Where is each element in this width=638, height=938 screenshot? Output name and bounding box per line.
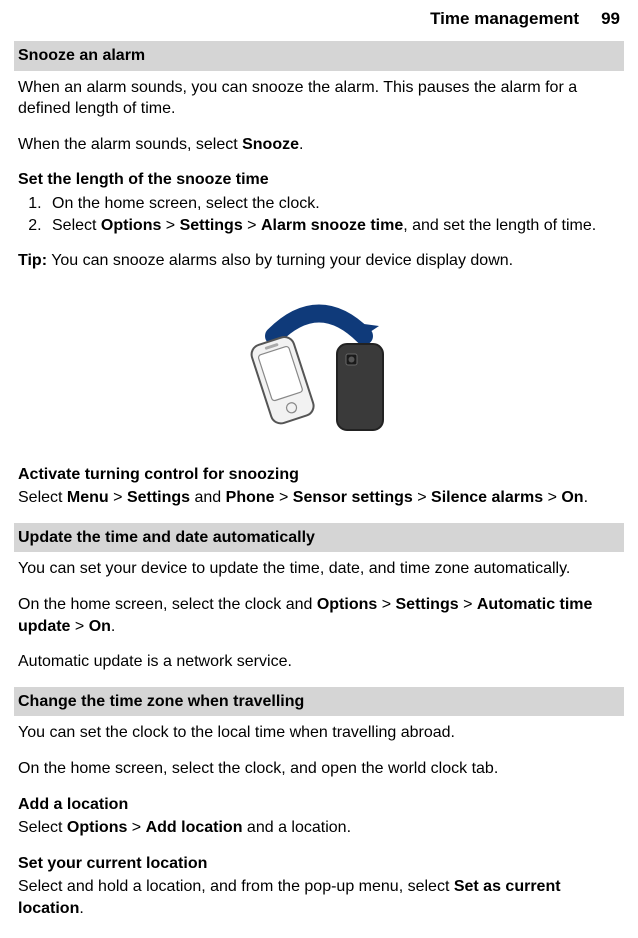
snooze-length-heading: Set the length of the snooze time: [18, 169, 620, 191]
text: , and set the length of time.: [403, 217, 596, 234]
section-bar-update: Update the time and date automatically: [14, 523, 624, 553]
text: .: [584, 489, 588, 506]
update-p2: On the home screen, select the clock and…: [18, 594, 620, 637]
snooze-flip-figure: [18, 286, 620, 446]
set-current-heading: Set your current location: [18, 853, 620, 875]
snooze-tip: Tip: You can snooze alarms also by turni…: [18, 250, 620, 272]
menu-options: Options: [101, 217, 161, 234]
text: Select: [18, 819, 67, 836]
snooze-step-2: Select Options > Settings > Alarm snooze…: [46, 215, 620, 237]
menu-options: Options: [67, 819, 127, 836]
text: >: [161, 217, 179, 234]
text: Select: [18, 489, 67, 506]
travel-p2: On the home screen, select the clock, an…: [18, 758, 620, 780]
header-page-number: 99: [601, 8, 620, 31]
menu-options: Options: [317, 596, 377, 613]
menu-settings: Settings: [180, 217, 243, 234]
menu-phone: Phone: [226, 489, 275, 506]
menu-menu: Menu: [67, 489, 109, 506]
text: .: [79, 900, 83, 917]
text: >: [413, 489, 431, 506]
text: >: [459, 596, 477, 613]
update-p1: You can set your device to update the ti…: [18, 558, 620, 580]
menu-silence-alarms: Silence alarms: [431, 489, 543, 506]
text: >: [243, 217, 261, 234]
snooze-label: Snooze: [242, 136, 299, 153]
text: On the home screen, select the clock and: [18, 596, 317, 613]
header-title: Time management: [430, 8, 579, 31]
activate-heading: Activate turning control for snoozing: [18, 464, 620, 486]
page-header: Time management 99: [18, 0, 620, 41]
phone-flip-icon: [229, 286, 409, 446]
snooze-step-1: On the home screen, select the clock.: [46, 193, 620, 215]
add-location-body: Select Options > Add location and a loca…: [18, 817, 620, 839]
tip-body: You can snooze alarms also by turning yo…: [47, 252, 513, 269]
menu-settings: Settings: [396, 596, 459, 613]
text: >: [109, 489, 127, 506]
set-current-body: Select and hold a location, and from the…: [18, 876, 620, 919]
tip-label: Tip:: [18, 252, 47, 269]
text: >: [127, 819, 145, 836]
activate-body: Select Menu > Settings and Phone > Senso…: [18, 487, 620, 509]
text: and a location.: [242, 819, 351, 836]
text: .: [111, 618, 115, 635]
section-bar-travel: Change the time zone when travelling: [14, 687, 624, 717]
snooze-intro: When an alarm sounds, you can snooze the…: [18, 77, 620, 120]
text: When the alarm sounds, select: [18, 136, 242, 153]
snooze-select: When the alarm sounds, select Snooze.: [18, 134, 620, 156]
menu-on: On: [561, 489, 583, 506]
menu-settings: Settings: [127, 489, 190, 506]
text: >: [70, 618, 88, 635]
section-bar-snooze: Snooze an alarm: [14, 41, 624, 71]
text: and: [190, 489, 226, 506]
travel-p1: You can set the clock to the local time …: [18, 722, 620, 744]
text: .: [299, 136, 303, 153]
add-location-heading: Add a location: [18, 794, 620, 816]
text: Select and hold a location, and from the…: [18, 878, 454, 895]
text: >: [275, 489, 293, 506]
text: Select: [52, 217, 101, 234]
menu-on: On: [89, 618, 111, 635]
menu-sensor-settings: Sensor settings: [293, 489, 413, 506]
menu-add-location: Add location: [146, 819, 243, 836]
menu-alarm-snooze-time: Alarm snooze time: [261, 217, 403, 234]
snooze-steps: On the home screen, select the clock. Se…: [18, 193, 620, 236]
update-p3: Automatic update is a network service.: [18, 651, 620, 673]
text: >: [377, 596, 395, 613]
text: >: [543, 489, 561, 506]
